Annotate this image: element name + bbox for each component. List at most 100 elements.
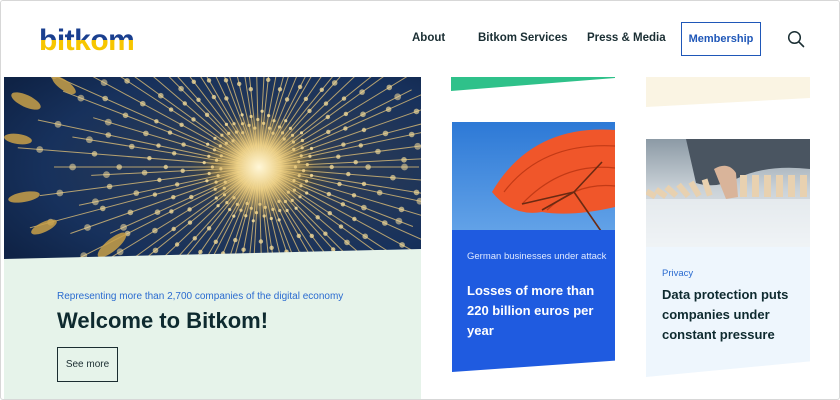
light-bulb	[413, 189, 420, 196]
search-icon[interactable]	[787, 30, 805, 48]
card-privacy-kicker: Privacy	[662, 268, 694, 279]
light-bulb	[122, 112, 129, 119]
nav-press-media[interactable]: Press & Media	[587, 32, 666, 44]
light-bulb	[163, 164, 168, 170]
hero-title: Welcome to Bitkom!	[57, 308, 269, 333]
light-bulb	[187, 220, 193, 225]
light-bulb	[92, 198, 99, 206]
umbrella-image[interactable]	[452, 122, 615, 247]
light-bulb	[351, 193, 357, 198]
light-bulb	[103, 171, 110, 178]
light-bulb	[331, 80, 338, 86]
hero-image[interactable]	[4, 77, 421, 267]
light-bulb	[189, 194, 194, 200]
light-bulb	[362, 233, 369, 240]
light-bulb	[266, 77, 271, 82]
light-bulb	[331, 247, 336, 252]
light-bulb	[277, 218, 281, 222]
light-bulb	[343, 126, 348, 131]
card-cyberattack-kicker: German businesses under attack	[467, 251, 607, 262]
light-bulb	[182, 101, 187, 106]
umbrella-image-graphic	[452, 122, 615, 247]
light-bulb	[344, 239, 350, 246]
light-bulb	[352, 216, 357, 222]
light-bulb	[140, 100, 146, 107]
light-bulb	[154, 119, 159, 124]
dominoes-image[interactable]	[646, 139, 810, 249]
light-bulb	[315, 215, 320, 220]
light-bulb	[178, 85, 184, 92]
light-bulb	[327, 211, 332, 216]
light-bulb	[248, 87, 253, 92]
light-bulb	[206, 78, 212, 83]
hero-kicker: Representing more than 2,700 companies o…	[57, 291, 344, 302]
light-bulb	[338, 224, 344, 229]
light-bulb	[390, 174, 396, 181]
light-bulb	[241, 247, 246, 252]
light-bulb	[382, 220, 388, 226]
light-bulb	[341, 142, 346, 147]
card-cyberattack-title[interactable]: Losses of more than 220 billion euros pe…	[467, 281, 609, 341]
light-bulb	[284, 97, 290, 102]
light-bulb	[129, 143, 135, 150]
light-bulb	[358, 143, 363, 148]
browser-viewport: bitkom bitkom About Bitkom Services Pres…	[0, 0, 840, 400]
light-bulb	[143, 130, 149, 137]
light-bulb	[277, 87, 283, 92]
light-bulb	[414, 142, 421, 150]
light-bulb	[77, 94, 85, 102]
light-bulb	[192, 236, 197, 241]
card-privacy-title[interactable]: Data protection puts companies under con…	[662, 285, 802, 345]
nav-bitkom-services[interactable]: Bitkom Services	[478, 32, 568, 44]
light-bulb	[233, 237, 238, 243]
light-bulb	[395, 217, 403, 225]
light-bulb	[56, 189, 64, 197]
light-bulb	[341, 96, 347, 101]
membership-label: Membership	[688, 33, 754, 45]
light-bulb	[385, 106, 392, 113]
bitkom-logo[interactable]: bitkom bitkom	[39, 23, 149, 55]
light-bulb	[237, 81, 242, 87]
light-bulb	[102, 95, 108, 102]
nav-about[interactable]: About	[412, 32, 445, 44]
light-bulb	[346, 171, 351, 177]
light-bulb	[174, 242, 180, 247]
light-bulb	[365, 164, 371, 170]
light-bulb	[258, 239, 264, 244]
light-bulb	[133, 190, 140, 196]
light-bulb	[361, 127, 367, 133]
light-bulb	[141, 169, 148, 176]
light-bulb	[152, 227, 158, 234]
light-bulb	[269, 245, 274, 250]
light-bulb	[361, 181, 367, 187]
light-bulb	[179, 122, 184, 127]
light-bulb	[91, 151, 98, 157]
see-more-button[interactable]: See more	[57, 347, 118, 382]
light-bulb	[323, 231, 328, 236]
membership-button[interactable]: Membership	[681, 22, 761, 56]
light-bulb	[100, 205, 106, 212]
light-bulb	[223, 78, 229, 83]
light-bulb	[196, 97, 201, 102]
see-more-label: See more	[65, 359, 110, 370]
light-bulb	[175, 182, 180, 187]
light-bulb	[69, 163, 76, 171]
light-bulb	[86, 136, 93, 144]
light-bulb	[147, 156, 152, 161]
light-bulb	[156, 143, 161, 148]
light-bulb	[120, 223, 127, 231]
light-bulb	[158, 92, 164, 99]
light-bulb	[398, 206, 405, 213]
dominoes-image-graphic	[646, 139, 810, 249]
light-bulb	[168, 107, 174, 112]
teaser-card-partial-green[interactable]	[451, 77, 615, 91]
light-bulb	[104, 118, 112, 126]
light-bulb	[224, 96, 229, 101]
light-bulb	[204, 112, 210, 117]
light-bulb	[399, 242, 405, 248]
light-bulb	[359, 89, 365, 95]
light-bulb	[382, 130, 389, 137]
teaser-card-partial-cream[interactable]	[646, 77, 810, 107]
light-bulb	[100, 79, 108, 86]
light-bulb	[319, 87, 324, 92]
